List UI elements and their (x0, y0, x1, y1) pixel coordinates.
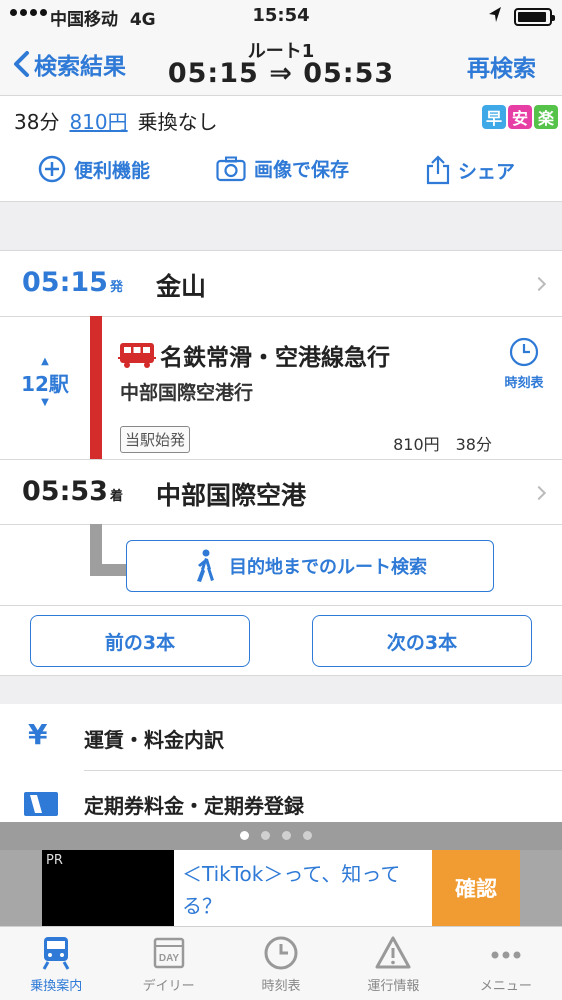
status-bar: 中国移动 4G 15:54 (0, 0, 562, 34)
train-segment: ▲ 12駅 ▼ 名鉄常滑・空港線急行 中部国際空港行 当駅始発 810円 38分… (0, 316, 562, 460)
tab-label: 乗換案内 (30, 979, 83, 994)
chevron-right-icon (531, 485, 547, 501)
departure-time: 05:15 発 (22, 267, 123, 298)
timetable-button[interactable]: 時刻表 (500, 336, 548, 391)
segment-fare-time: 810円 38分 (393, 431, 492, 455)
fare-breakdown-label: 運賃・料金内訳 (84, 728, 224, 752)
camera-icon (216, 156, 246, 181)
day-calendar-icon: DAY (153, 937, 184, 969)
fare-link[interactable]: 810円 (69, 106, 127, 135)
train-icon (42, 937, 70, 970)
ad-pager (0, 822, 562, 850)
train-name[interactable]: 名鉄常滑・空港線急行 (118, 338, 390, 372)
transfer-count: 乗換なし (137, 110, 218, 134)
segment-fare: 810円 (393, 435, 440, 454)
ad-confirm-button[interactable]: 確認 (432, 850, 520, 926)
badge-fast: 早 (482, 105, 506, 129)
share-label: シェア (458, 160, 516, 183)
train-destination: 中部国際空港行 (120, 382, 254, 404)
badge-easy: 楽 (534, 105, 558, 129)
start-note-badge: 当駅始発 (120, 426, 191, 453)
tab-service-info[interactable]: 運行情報 (337, 927, 449, 1000)
line-color-bar (90, 316, 102, 460)
ad-pr-label: PR (46, 853, 63, 868)
tab-timetable[interactable]: 時刻表 (225, 927, 337, 1000)
clock-icon (264, 936, 298, 970)
yen-icon: ¥ (28, 718, 48, 751)
tab-menu[interactable]: メニュー (450, 927, 562, 1000)
research-button[interactable]: 再検索 (467, 49, 536, 83)
section-divider (0, 676, 562, 704)
arrival-time: 05:53 着 (22, 476, 123, 507)
stop-count[interactable]: ▲ 12駅 ▼ (18, 356, 72, 409)
arrival-station: 中部国際空港 (156, 481, 307, 510)
walk-section: 目的地までのルート検索 (0, 524, 562, 606)
chevron-right-icon (531, 276, 547, 292)
segment-duration: 38分 (455, 435, 492, 454)
destination-route-search-button[interactable]: 目的地までのルート検索 (126, 540, 494, 592)
walking-person-icon (197, 549, 214, 582)
tab-label: 時刻表 (261, 979, 301, 994)
commuter-pass-label: 定期券料金・定期券登録 (84, 794, 304, 818)
tab-label: メニュー (479, 979, 532, 994)
battery-icon (514, 8, 555, 26)
prev-three-button[interactable]: 前の3本 (30, 615, 250, 667)
page-dot-active (240, 831, 249, 840)
badge-cheap: 安 (508, 105, 532, 129)
arrival-row[interactable]: 05:53 着 中部国際空港 (0, 460, 562, 524)
expand-down-icon: ▼ (41, 397, 49, 408)
route-badges: 早 安 楽 (482, 105, 558, 129)
convenience-button[interactable]: 便利機能 (38, 155, 150, 183)
tab-bar: 乗換案内 DAY デイリー 時刻表 運行情報 メニュー (0, 926, 562, 1000)
total-duration: 38分 (14, 110, 60, 134)
save-image-label: 画像で保存 (254, 159, 350, 181)
ad-image: PR (42, 850, 174, 926)
departure-station: 金山 (156, 272, 207, 301)
fare-breakdown-item[interactable]: ¥ 運賃・料金内訳 (0, 704, 562, 770)
tab-label: デイリー (142, 979, 195, 994)
save-image-button[interactable]: 画像で保存 (216, 155, 349, 182)
location-arrow-icon (488, 6, 502, 29)
bus-train-icon (118, 343, 156, 368)
commuter-pass-icon (24, 792, 58, 821)
more-icon (491, 951, 521, 959)
departure-row[interactable]: 05:15 発 金山 (0, 250, 562, 316)
next-three-button[interactable]: 次の3本 (312, 615, 532, 667)
expand-up-icon: ▲ (41, 356, 49, 367)
share-icon (426, 155, 450, 185)
warning-icon (375, 936, 411, 969)
status-time: 15:54 (252, 5, 310, 26)
tool-row: 便利機能 画像で保存 シェア (0, 140, 562, 202)
section-divider (0, 202, 562, 250)
ad-banner[interactable]: PR ＜TikTok＞って、知ってる？ 確認 (0, 850, 562, 926)
plus-circle-icon (38, 155, 66, 183)
ad-text[interactable]: ＜TikTok＞って、知ってる？ (174, 850, 432, 926)
tab-route-guide[interactable]: 乗換案内 (0, 927, 112, 1000)
nav-bar: 検索結果 ルート1 05:15 ⇒ 05:53 再検索 (0, 34, 562, 96)
walk-connector (90, 564, 130, 576)
share-button[interactable]: シェア (426, 155, 515, 185)
page-dot (282, 831, 291, 840)
page-dot (303, 831, 312, 840)
convenience-label: 便利機能 (74, 159, 151, 182)
tab-daily[interactable]: DAY デイリー (112, 927, 224, 1000)
tab-label: 運行情報 (367, 979, 420, 994)
page-dot (261, 831, 270, 840)
svg-text:DAY: DAY (159, 953, 180, 964)
clock-icon (509, 337, 539, 367)
route-summary: 38分 810円 乗換なし 早 安 楽 (0, 96, 562, 140)
pagination: 前の3本 次の3本 (0, 606, 562, 676)
